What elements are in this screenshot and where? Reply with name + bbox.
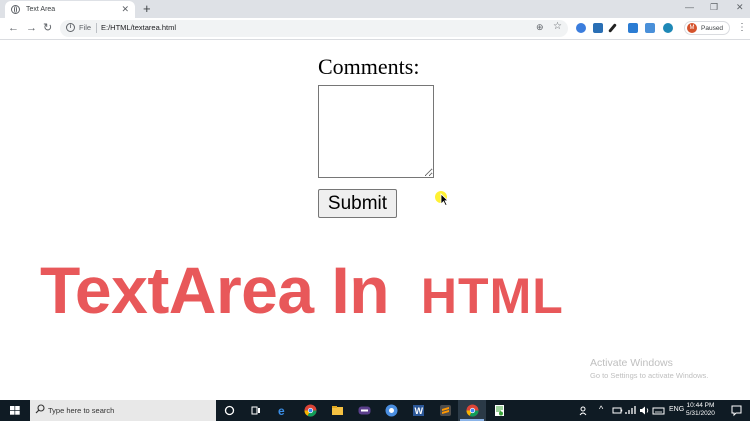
search-icon — [35, 404, 45, 414]
overlay-word-html: HTML — [420, 268, 564, 324]
tab-close-button[interactable]: ✕ — [121, 5, 129, 14]
kebab-menu-icon[interactable]: ⋮ — [737, 22, 747, 33]
sublime-text-icon[interactable] — [438, 403, 453, 418]
submit-button[interactable]: Submit — [318, 189, 397, 218]
nia-extension-icon[interactable] — [593, 23, 603, 33]
clock-date: 5/31/2020 — [686, 410, 715, 417]
taskbar-clock[interactable]: 10:44 PM 5/31/2020 — [686, 402, 715, 418]
keyboard-icon[interactable] — [651, 403, 666, 418]
url-text[interactable]: E:/HTML/textarea.html — [101, 23, 176, 32]
edge-icon[interactable]: e — [276, 403, 291, 418]
word-icon[interactable]: W — [411, 403, 426, 418]
info-icon[interactable]: i — [66, 23, 75, 32]
minimize-button[interactable]: — — [685, 2, 694, 12]
back-button[interactable]: ← — [8, 22, 19, 34]
watermark-line2: Go to Settings to activate Windows. — [590, 371, 709, 380]
restore-button[interactable]: ❐ — [710, 2, 718, 12]
overlay-word-textarea: TextArea — [40, 253, 314, 327]
teal-circle-extension-icon[interactable] — [663, 23, 673, 33]
chrome-icon[interactable] — [303, 403, 318, 418]
browser-toolbar: ← → ↻ i File E:/HTML/textarea.html ⊕ ☆ M… — [0, 18, 750, 40]
blue-circle-extension-icon[interactable] — [576, 23, 586, 33]
zoom-icon[interactable]: ⊕ — [536, 22, 544, 33]
omnibox-divider — [96, 23, 97, 33]
wifi-icon[interactable] — [623, 403, 638, 418]
clock-time: 10:44 PM — [686, 402, 715, 409]
comments-textarea[interactable] — [318, 85, 434, 178]
chrome-blue-icon[interactable] — [384, 403, 399, 418]
media-app-icon[interactable] — [357, 403, 372, 418]
reload-button[interactable]: ↻ — [43, 22, 52, 34]
b-extension-icon[interactable] — [628, 23, 638, 33]
mouse-pointer-icon — [440, 193, 449, 206]
volume-icon[interactable] — [637, 403, 652, 418]
chevron-up-icon[interactable]: ^ — [599, 404, 603, 414]
blue-square-extension-icon[interactable] — [645, 23, 655, 33]
search-placeholder: Type here to search — [48, 406, 115, 415]
notification-icon[interactable] — [729, 403, 744, 418]
overlay-word-in: In — [331, 253, 390, 327]
profile-status: Paused — [701, 24, 724, 32]
forward-button[interactable]: → — [26, 22, 37, 34]
task-view-icon[interactable] — [248, 403, 263, 418]
taskbar-search-box[interactable]: Type here to search — [30, 400, 216, 421]
video-title-overlay: TextArea In HTML — [40, 250, 564, 336]
tab-title: Text Area — [26, 6, 56, 13]
avatar: M — [687, 23, 697, 33]
new-tab-button[interactable]: + — [143, 2, 151, 16]
cortana-icon[interactable] — [222, 403, 237, 418]
svg-text:W: W — [415, 406, 424, 416]
scheme-label: File — [79, 23, 92, 32]
activate-windows-watermark: Activate Windows Go to Settings to activ… — [590, 357, 708, 380]
close-window-button[interactable]: ✕ — [736, 2, 744, 12]
svg-text:e: e — [278, 404, 285, 418]
windows-taskbar: Type here to search e W ^ ENG 10:44 PM 5… — [0, 400, 750, 421]
address-bar[interactable]: i File E:/HTML/textarea.html ⊕ ☆ — [60, 20, 568, 37]
comments-label: Comments: — [318, 54, 420, 79]
bookmark-star-icon[interactable]: ☆ — [553, 21, 562, 32]
chrome-active-icon[interactable] — [465, 403, 480, 418]
notepad-plus-icon[interactable] — [492, 403, 507, 418]
browser-tab-strip: Text Area ✕ + — ❐ ✕ — [0, 0, 750, 18]
people-icon[interactable] — [577, 403, 592, 418]
file-explorer-icon[interactable] — [330, 403, 345, 418]
watermark-line1: Activate Windows — [590, 357, 673, 369]
pen-extension-icon[interactable] — [608, 23, 617, 33]
language-indicator[interactable]: ENG — [669, 406, 684, 413]
globe-icon — [11, 5, 20, 14]
profile-button[interactable]: M Paused — [684, 21, 730, 35]
browser-tab[interactable]: Text Area ✕ — [5, 1, 135, 18]
windows-start-icon[interactable] — [0, 400, 30, 421]
